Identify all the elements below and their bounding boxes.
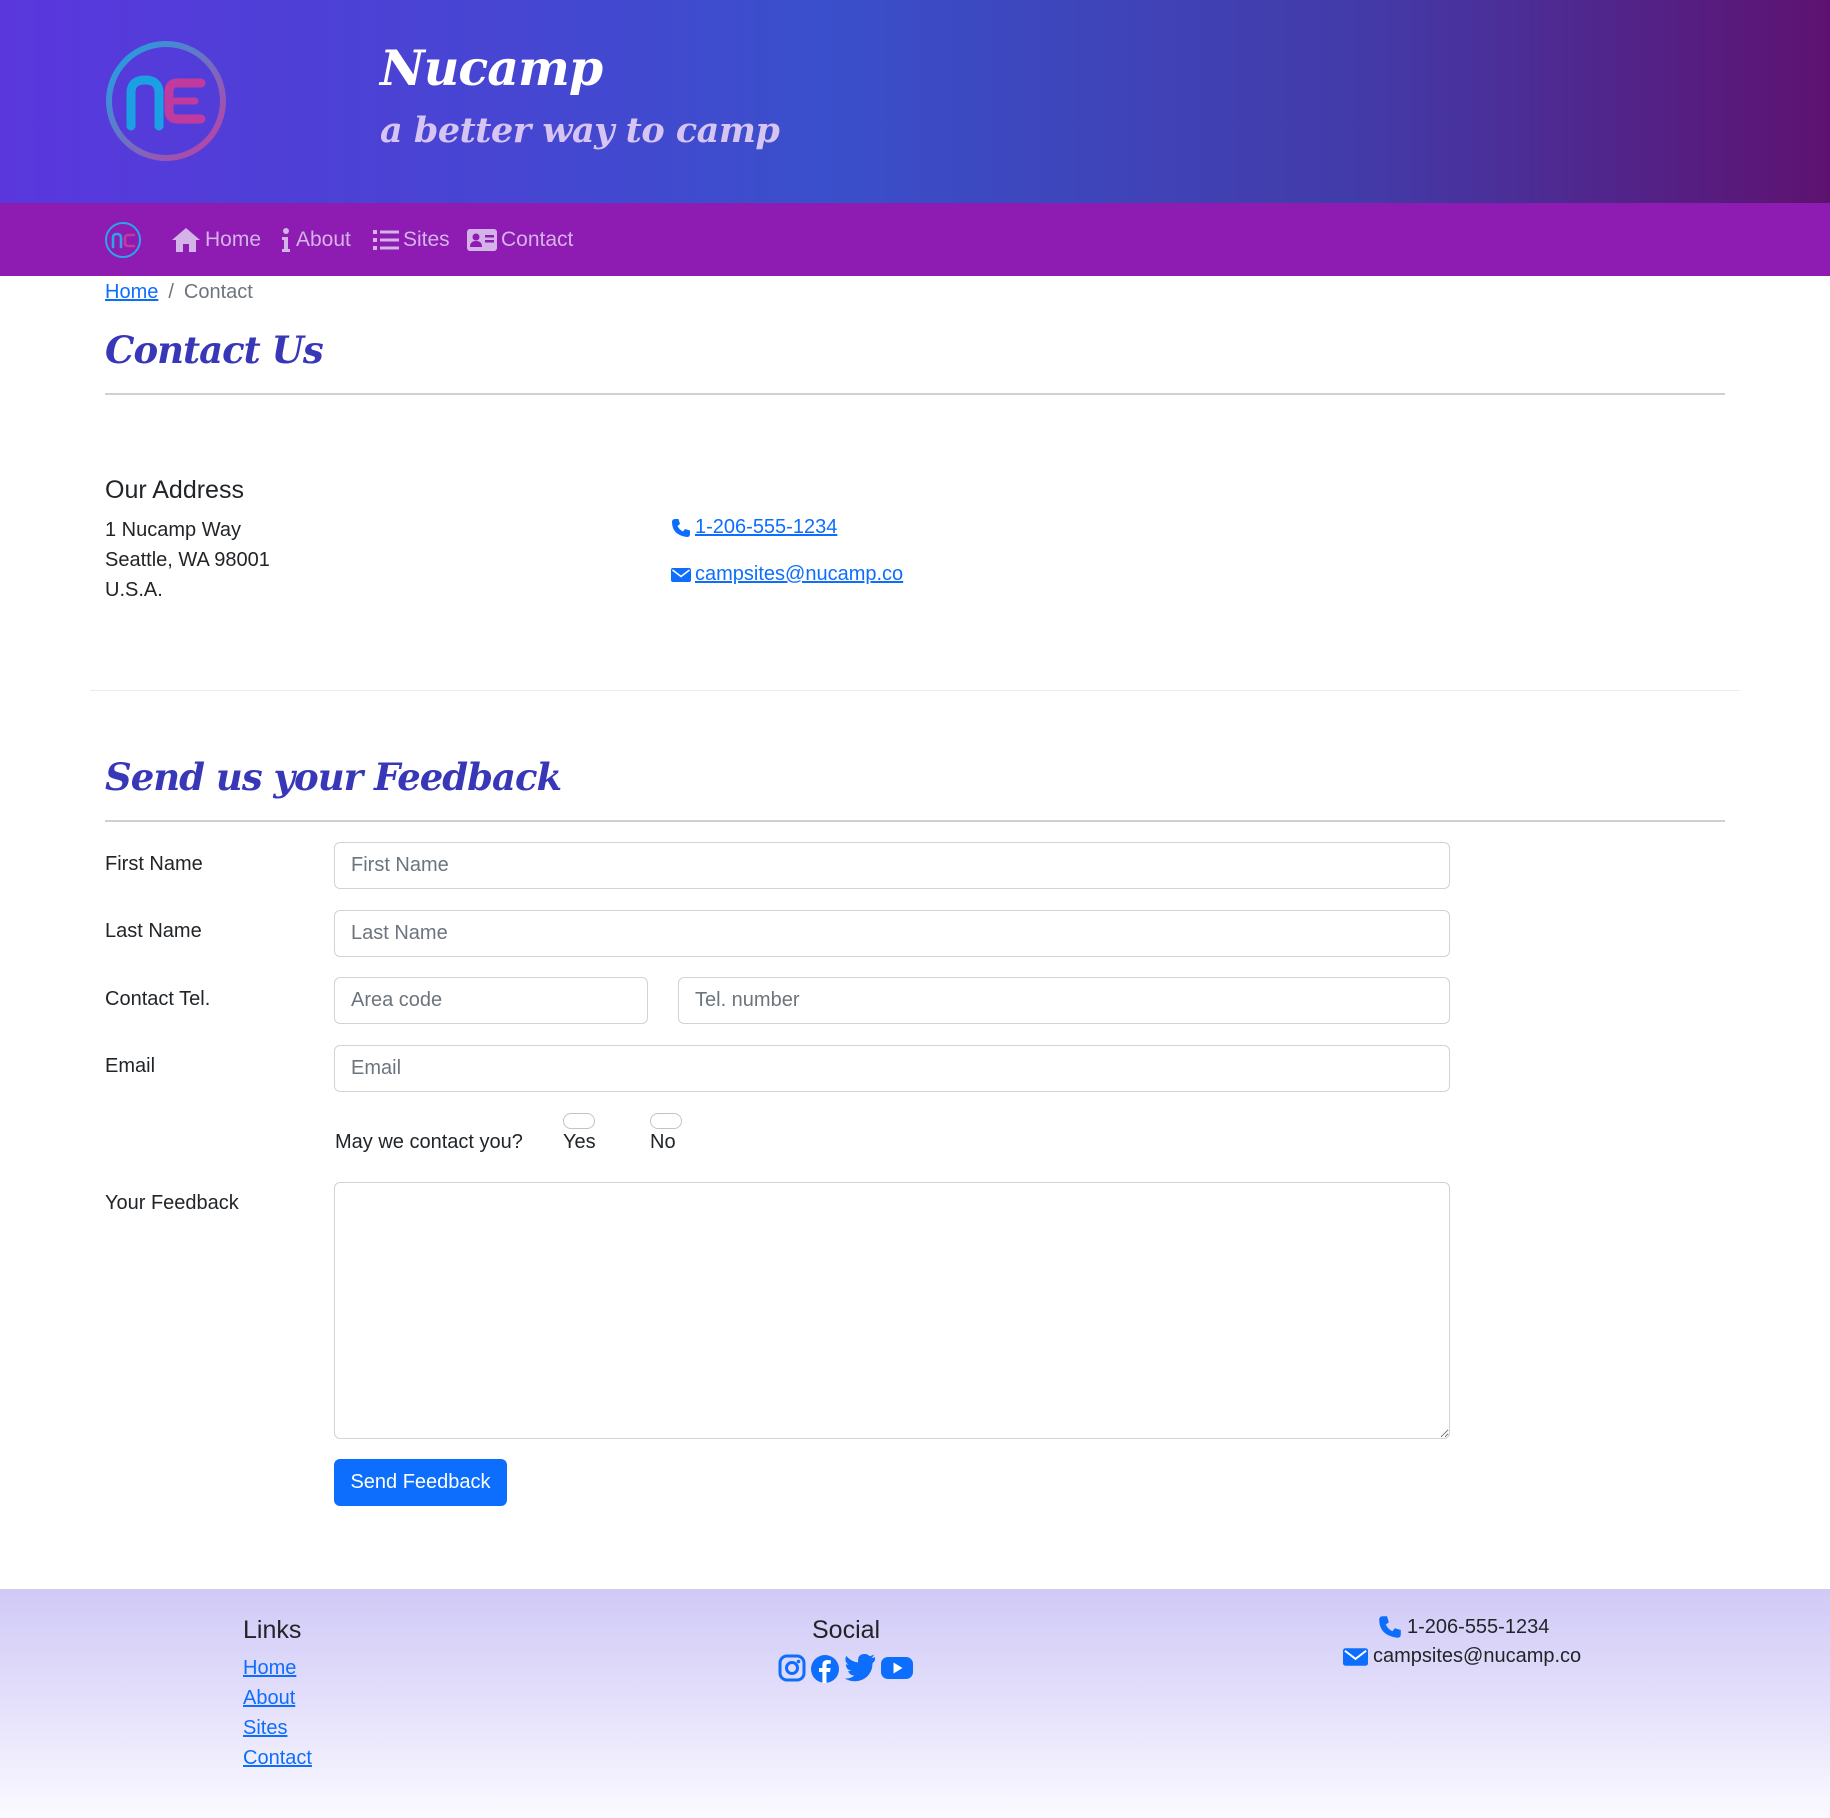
footer-link-about[interactable]: About bbox=[243, 1687, 295, 1710]
home-icon bbox=[172, 228, 200, 252]
contact-title-divider bbox=[105, 393, 1725, 395]
contact-no-label: No bbox=[650, 1131, 676, 1153]
nav-contact[interactable]: Contact bbox=[467, 223, 573, 257]
site-header: Nucamp a better way to camp bbox=[0, 0, 1830, 203]
footer-link-sites[interactable]: Sites bbox=[243, 1717, 287, 1740]
address-line: Seattle, WA 98001 bbox=[105, 549, 270, 571]
brand-name: Nucamp bbox=[380, 39, 603, 97]
phone-link[interactable]: 1-206-555-1234 bbox=[671, 516, 837, 539]
tel-number-input[interactable] bbox=[678, 977, 1450, 1024]
contact-yes-switch[interactable] bbox=[563, 1113, 595, 1129]
feedback-title: Send us your Feedback bbox=[105, 755, 562, 799]
nav-about-label: About bbox=[296, 228, 351, 251]
footer-link-home[interactable]: Home bbox=[243, 1657, 296, 1680]
breadcrumb-home-link[interactable]: Home bbox=[105, 281, 158, 304]
twitter-icon[interactable] bbox=[844, 1654, 876, 1684]
section-divider bbox=[90, 690, 1740, 691]
contact-us-title: Contact Us bbox=[105, 328, 324, 372]
instagram-icon[interactable] bbox=[778, 1654, 806, 1684]
first-name-input[interactable] bbox=[334, 842, 1450, 889]
youtube-icon[interactable] bbox=[880, 1654, 914, 1684]
nav-home[interactable]: Home bbox=[171, 223, 261, 257]
your-feedback-label: Your Feedback bbox=[105, 1192, 239, 1214]
last-name-input[interactable] bbox=[334, 910, 1450, 957]
facebook-icon[interactable] bbox=[810, 1654, 840, 1684]
nucamp-logo bbox=[106, 41, 226, 161]
may-contact-label: May we contact you? bbox=[335, 1131, 523, 1153]
contact-yes-label: Yes bbox=[563, 1131, 596, 1153]
social-icons bbox=[778, 1654, 914, 1684]
navbar-logo-icon[interactable] bbox=[104, 221, 142, 259]
envelope-icon bbox=[1343, 1647, 1368, 1666]
phone-link-text: 1-206-555-1234 bbox=[695, 516, 838, 538]
feedback-title-divider bbox=[105, 820, 1725, 822]
nav-sites-label: Sites bbox=[403, 228, 450, 251]
breadcrumb-current: Contact bbox=[183, 280, 253, 303]
contact-tel-label: Contact Tel. bbox=[105, 988, 211, 1010]
address-heading: Our Address bbox=[105, 476, 244, 504]
footer-social-heading: Social bbox=[812, 1616, 881, 1644]
contact-no-switch[interactable] bbox=[650, 1113, 682, 1129]
nav-contact-label: Contact bbox=[501, 228, 574, 251]
envelope-icon bbox=[671, 567, 691, 582]
footer-phone: 1-206-555-1234 bbox=[1378, 1615, 1549, 1639]
list-icon bbox=[373, 230, 399, 250]
footer-links-heading: Links bbox=[243, 1616, 302, 1644]
footer-link-contact[interactable]: Contact bbox=[243, 1747, 312, 1770]
brand-tagline: a better way to camp bbox=[380, 110, 780, 151]
email-link[interactable]: campsites@nucamp.co bbox=[671, 563, 903, 586]
footer-phone-text: 1-206-555-1234 bbox=[1407, 1615, 1550, 1638]
nav-about[interactable]: About bbox=[280, 223, 351, 257]
info-icon bbox=[282, 228, 290, 252]
footer-email-text: campsites@nucamp.co bbox=[1373, 1645, 1582, 1667]
footer-email: campsites@nucamp.co bbox=[1343, 1645, 1581, 1668]
email-label: Email bbox=[105, 1055, 156, 1077]
main-navbar: Home About Sites Contact bbox=[0, 203, 1830, 276]
last-name-label: Last Name bbox=[105, 920, 202, 942]
address-line: 1 Nucamp Way bbox=[105, 519, 241, 541]
first-name-label: First Name bbox=[105, 853, 203, 875]
email-link-text: campsites@nucamp.co bbox=[695, 563, 904, 585]
nav-home-label: Home bbox=[205, 228, 262, 251]
address-line: U.S.A. bbox=[105, 579, 163, 601]
address-card-icon bbox=[467, 229, 497, 251]
send-feedback-button[interactable]: Send Feedback bbox=[334, 1459, 507, 1506]
area-code-input[interactable] bbox=[334, 977, 648, 1024]
phone-icon bbox=[672, 518, 690, 537]
nav-sites[interactable]: Sites bbox=[373, 223, 450, 257]
feedback-textarea[interactable] bbox=[334, 1182, 1450, 1439]
breadcrumb: Home / Contact bbox=[105, 278, 253, 306]
phone-icon bbox=[1379, 1616, 1401, 1638]
email-input[interactable] bbox=[334, 1045, 1450, 1092]
breadcrumb-separator: / bbox=[168, 280, 174, 303]
